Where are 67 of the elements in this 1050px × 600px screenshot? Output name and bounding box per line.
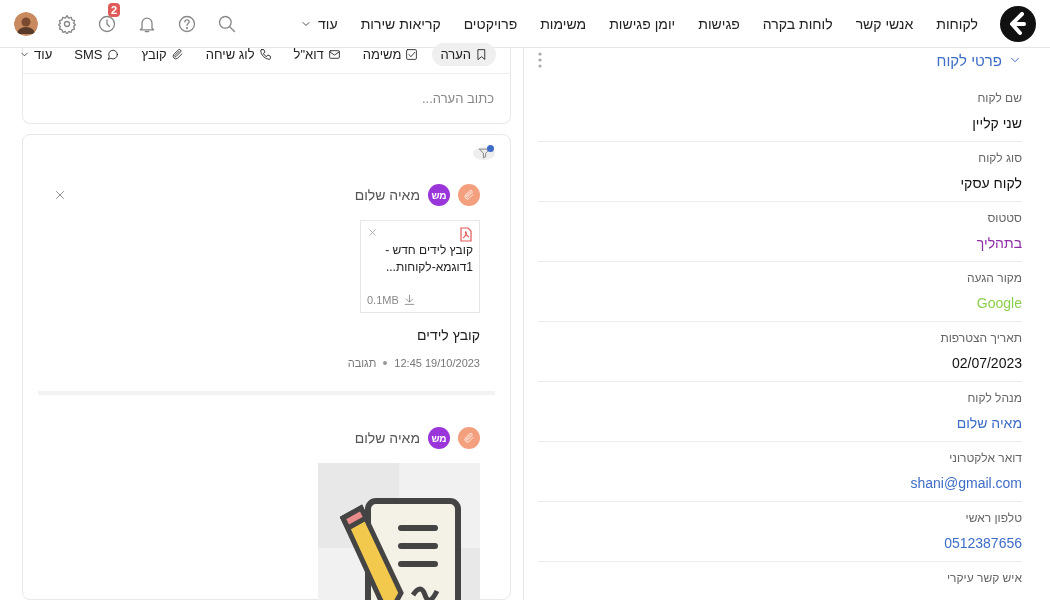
chat-icon [106,47,120,61]
settings-button[interactable] [56,12,78,35]
close-button[interactable] [53,188,67,202]
more-menu[interactable]: עוד [11,42,61,66]
composer-tab[interactable]: משימה [354,42,427,66]
more-icon[interactable] [538,52,542,68]
clock-icon [97,13,117,34]
author-name: מאיה שלום [354,430,420,446]
field-value: Google [976,295,1022,311]
logo[interactable] [1000,5,1036,42]
nav-link[interactable]: אנשי קשר [855,15,914,32]
phone-icon [258,47,272,61]
paperclip-shape [463,432,475,444]
field-value: 02/07/2023 [951,355,1022,371]
nav-link[interactable]: קריאות שירות [360,15,441,32]
field-value: שני קליין [972,115,1022,131]
nav-link[interactable]: פגישות [698,15,740,32]
field-label: שם לקוח [977,91,1022,105]
user-initials: מש [428,427,450,449]
activity-time: 19/10/2023 12:45 [394,357,480,369]
checkbox-icon [405,47,419,61]
paperclip-shape [463,189,475,201]
composer-tab[interactable]: דוא"ל [285,42,349,66]
reply-link[interactable]: תגובה [347,357,377,369]
envelope-icon [327,47,341,61]
field-label: סוג לקוח [978,151,1022,165]
nav-link[interactable]: פרויקטים [463,15,518,32]
nav-link[interactable]: יומן פגישות [609,15,676,32]
nav-link[interactable]: לקוחות [936,15,978,32]
user-avatar[interactable] [14,11,38,36]
field-value: בתהליך [976,235,1022,251]
user-initials: מש [428,184,450,206]
count-badge: 2 [108,2,121,17]
section-title[interactable]: פרטי לקוח [936,51,1002,69]
close-icon [367,227,378,238]
close-icon [53,188,67,202]
field-label: דואר אלקטרוני [949,451,1022,465]
file-size: 0.1MB [367,293,399,306]
nav-link[interactable]: לוחות בקרה [762,15,833,32]
settings-icon [57,13,77,34]
help-icon [177,13,197,34]
author-name: מאיה שלום [354,187,420,203]
composer-tab[interactable]: קובץ [133,42,192,66]
search-icon [217,13,237,34]
note-field[interactable]: כתוב הערה... [23,74,510,123]
field-value: לקוח עסקי [960,175,1022,191]
field-label: מקור הגעה [966,271,1022,285]
filter-button[interactable] [473,147,495,160]
file-name: קובץ לידים חדש - 1דוגמא-לקוחות... [384,242,474,276]
field-value: shani@gmail.com [910,475,1022,491]
paperclip-icon [170,47,184,61]
composer-tab[interactable]: לוג שיחה [197,42,280,66]
pdf-icon [459,227,473,242]
field-label: תאריך הצטרפות [940,331,1022,345]
field-value: מאיה שלום [956,415,1022,431]
download-icon [402,293,416,306]
nav-link[interactable]: משימות [540,15,587,32]
composer-tab[interactable]: הערה [432,42,496,66]
field-label: טלפון ראשי [965,511,1022,525]
more-menu[interactable]: עוד [300,15,338,32]
activity-title: קובץ לידים [417,327,480,343]
bookmark-icon [475,47,488,61]
field-label: מנהל לקוח [967,391,1022,405]
field-label: סטטוס [987,211,1022,225]
field-value: 0512387656 [944,535,1022,551]
field-label: איש קשר עיקרי [946,571,1022,585]
composer-tab[interactable]: SMS [66,42,128,66]
